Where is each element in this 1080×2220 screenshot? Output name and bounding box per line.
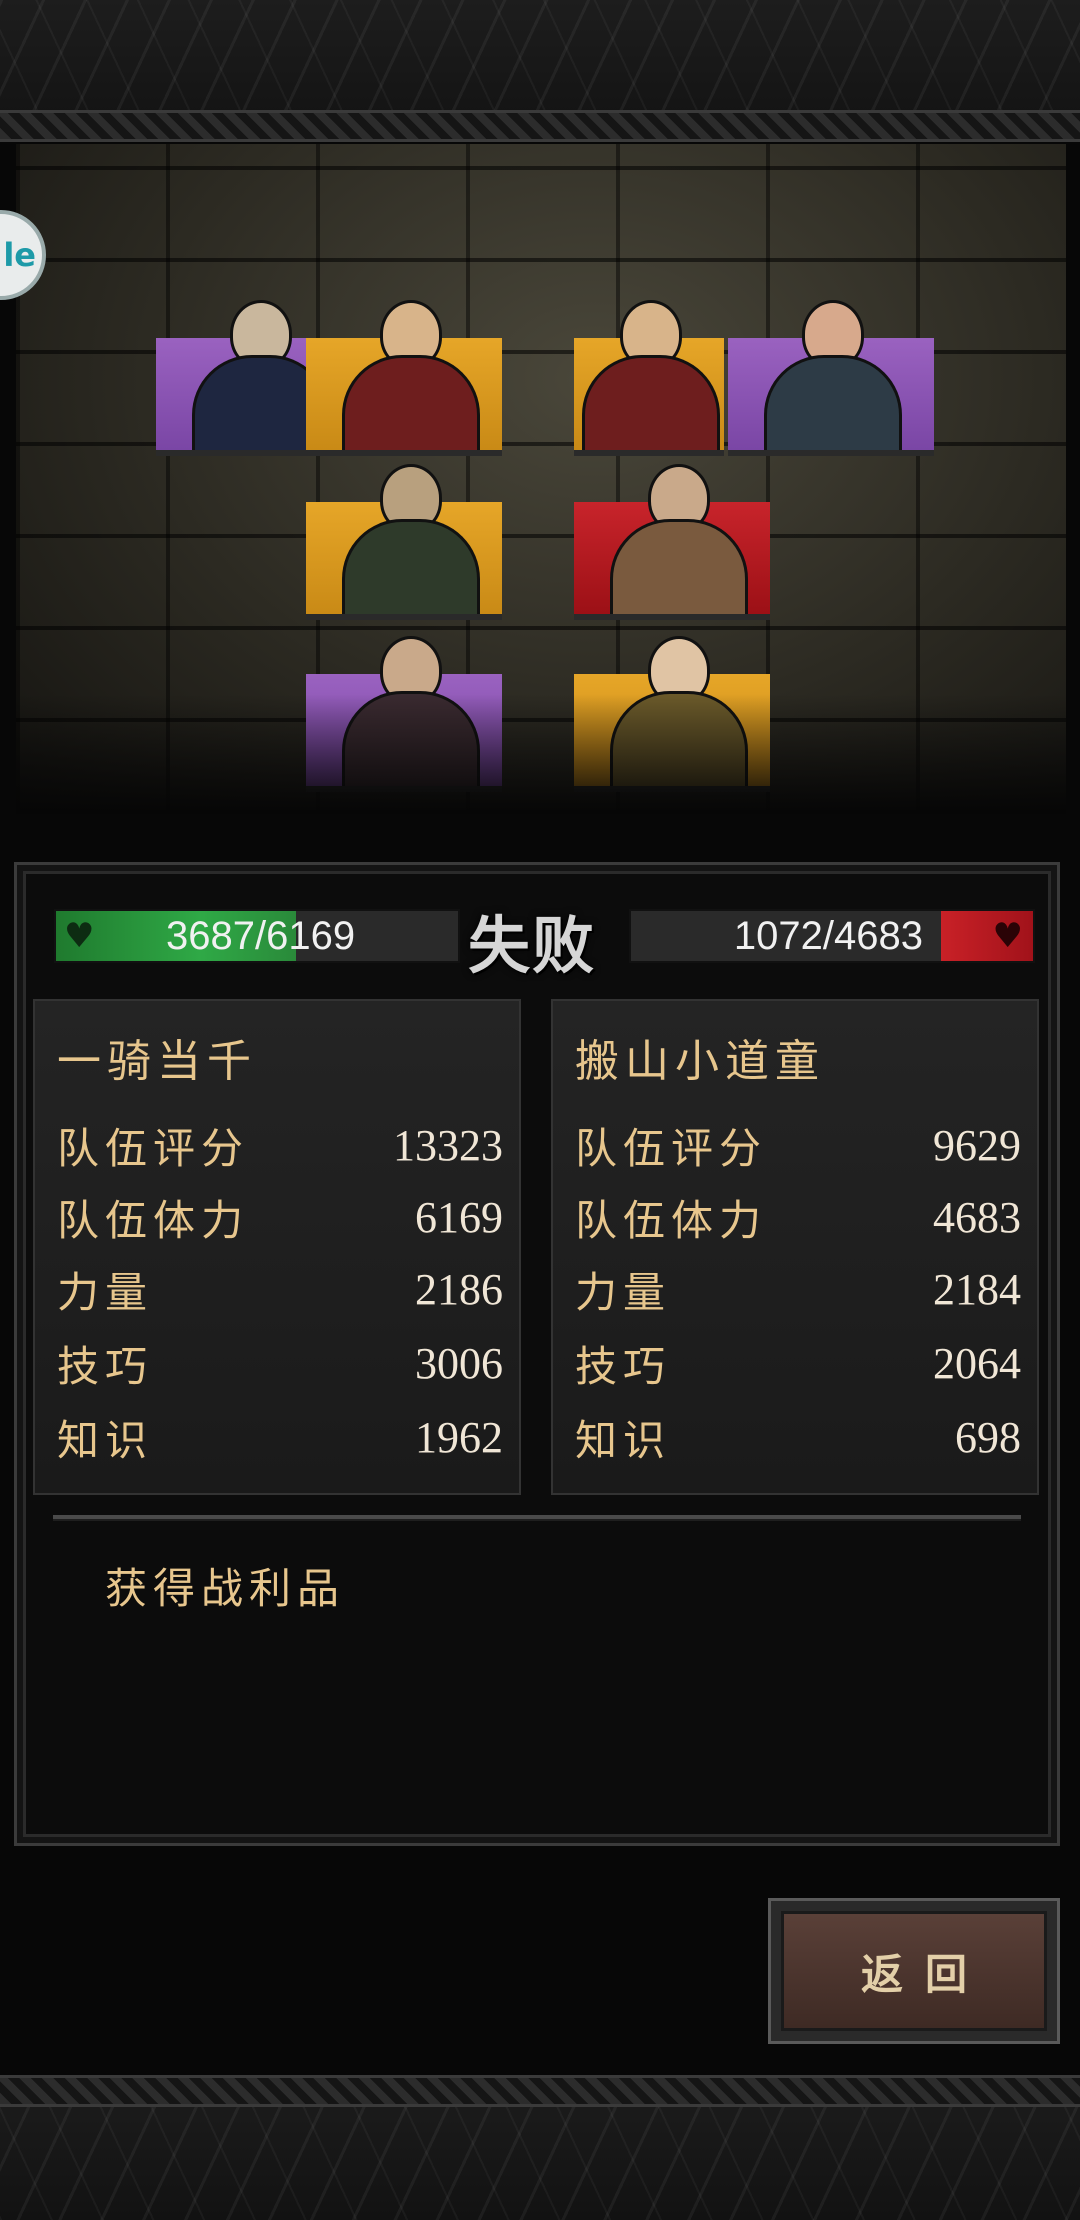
stat-value: 9629: [933, 1120, 1021, 1170]
player-hp-text: 3687/6169: [166, 914, 356, 958]
enemy-hero-portrait-4[interactable]: [574, 636, 770, 792]
hero-figure: [342, 464, 480, 614]
enemy-hero-portrait-1[interactable]: [574, 300, 724, 456]
stat-value: 3006: [415, 1338, 503, 1388]
stat-label: 队伍评分: [575, 1123, 768, 1173]
stat-label: 队伍评分: [57, 1123, 250, 1173]
stat-label: 技巧: [57, 1341, 154, 1391]
loot-section-title: 获得战利品: [105, 1564, 346, 1613]
stat-label: 力量: [575, 1267, 672, 1317]
stat-row-team-score: 队伍评分 13323: [57, 1115, 503, 1175]
enemy-hero-portrait-3[interactable]: [574, 464, 770, 620]
stat-row-team-stamina: 队伍体力 6169: [57, 1187, 503, 1247]
stat-label: 知识: [57, 1415, 154, 1465]
top-border-trim: [0, 110, 1080, 142]
return-button[interactable]: 返回: [768, 1898, 1060, 2044]
stat-row-strength: 力量 2184: [575, 1259, 1021, 1319]
bottom-border-trim: [0, 2075, 1080, 2107]
stat-value: 4683: [933, 1192, 1021, 1242]
return-button-label: 返回: [781, 1911, 1047, 2031]
side-badge-text: le: [3, 236, 36, 274]
enemy-hp-text: 1072/4683: [733, 914, 923, 958]
stat-label: 队伍体力: [57, 1195, 250, 1245]
stat-value: 1962: [415, 1412, 503, 1462]
player-team-name: 一骑当千: [57, 1036, 257, 1087]
heart-icon: ♥: [992, 916, 1023, 956]
stat-row-knowledge: 知识 698: [575, 1407, 1021, 1467]
hero-figure: [582, 300, 720, 450]
hero-figure: [342, 636, 480, 786]
stat-label: 队伍体力: [575, 1195, 768, 1245]
stat-value: 13323: [393, 1120, 503, 1170]
hero-figure: [610, 636, 748, 786]
enemy-hp-bar: 1072/4683 ♥: [629, 909, 1035, 963]
hero-figure: [764, 300, 902, 450]
player-hero-portrait-4[interactable]: [306, 636, 502, 792]
hero-figure: [342, 300, 480, 450]
hero-figure: [192, 300, 330, 450]
heart-icon: ♥: [64, 916, 95, 956]
stat-value: 2064: [933, 1338, 1021, 1388]
stat-value: 698: [955, 1412, 1021, 1462]
hero-figure: [610, 464, 748, 614]
stat-row-team-stamina: 队伍体力 4683: [575, 1187, 1021, 1247]
stat-row-knowledge: 知识 1962: [57, 1407, 503, 1467]
top-border-band: [0, 0, 1080, 142]
stat-row-skill: 技巧 2064: [575, 1333, 1021, 1393]
stat-label: 力量: [57, 1267, 154, 1317]
section-divider: [53, 1515, 1021, 1521]
battle-result-title: 失败: [467, 909, 596, 982]
battle-result-panel: ♥ 3687/6169 失败 1072/4683 ♥ 一骑当千 队伍评分 133…: [14, 862, 1060, 1846]
stat-value: 6169: [415, 1192, 503, 1242]
stat-label: 技巧: [575, 1341, 672, 1391]
enemy-team-stats-card: 搬山小道童 队伍评分 9629 队伍体力 4683 力量 2184 技巧 206…: [551, 999, 1039, 1495]
battle-scene: [16, 144, 1066, 814]
player-hero-portrait-2[interactable]: [306, 300, 502, 456]
stat-value: 2184: [933, 1264, 1021, 1314]
stat-row-team-score: 队伍评分 9629: [575, 1115, 1021, 1175]
stat-value: 2186: [415, 1264, 503, 1314]
stat-row-strength: 力量 2186: [57, 1259, 503, 1319]
stat-label: 知识: [575, 1415, 672, 1465]
enemy-hero-portrait-2[interactable]: [728, 300, 934, 456]
player-hp-bar: ♥ 3687/6169: [54, 909, 460, 963]
stat-row-skill: 技巧 3006: [57, 1333, 503, 1393]
bottom-border-band: [0, 2075, 1080, 2220]
enemy-team-name: 搬山小道童: [575, 1036, 825, 1087]
player-team-stats-card: 一骑当千 队伍评分 13323 队伍体力 6169 力量 2186 技巧 300…: [33, 999, 521, 1495]
player-hero-portrait-3[interactable]: [306, 464, 502, 620]
